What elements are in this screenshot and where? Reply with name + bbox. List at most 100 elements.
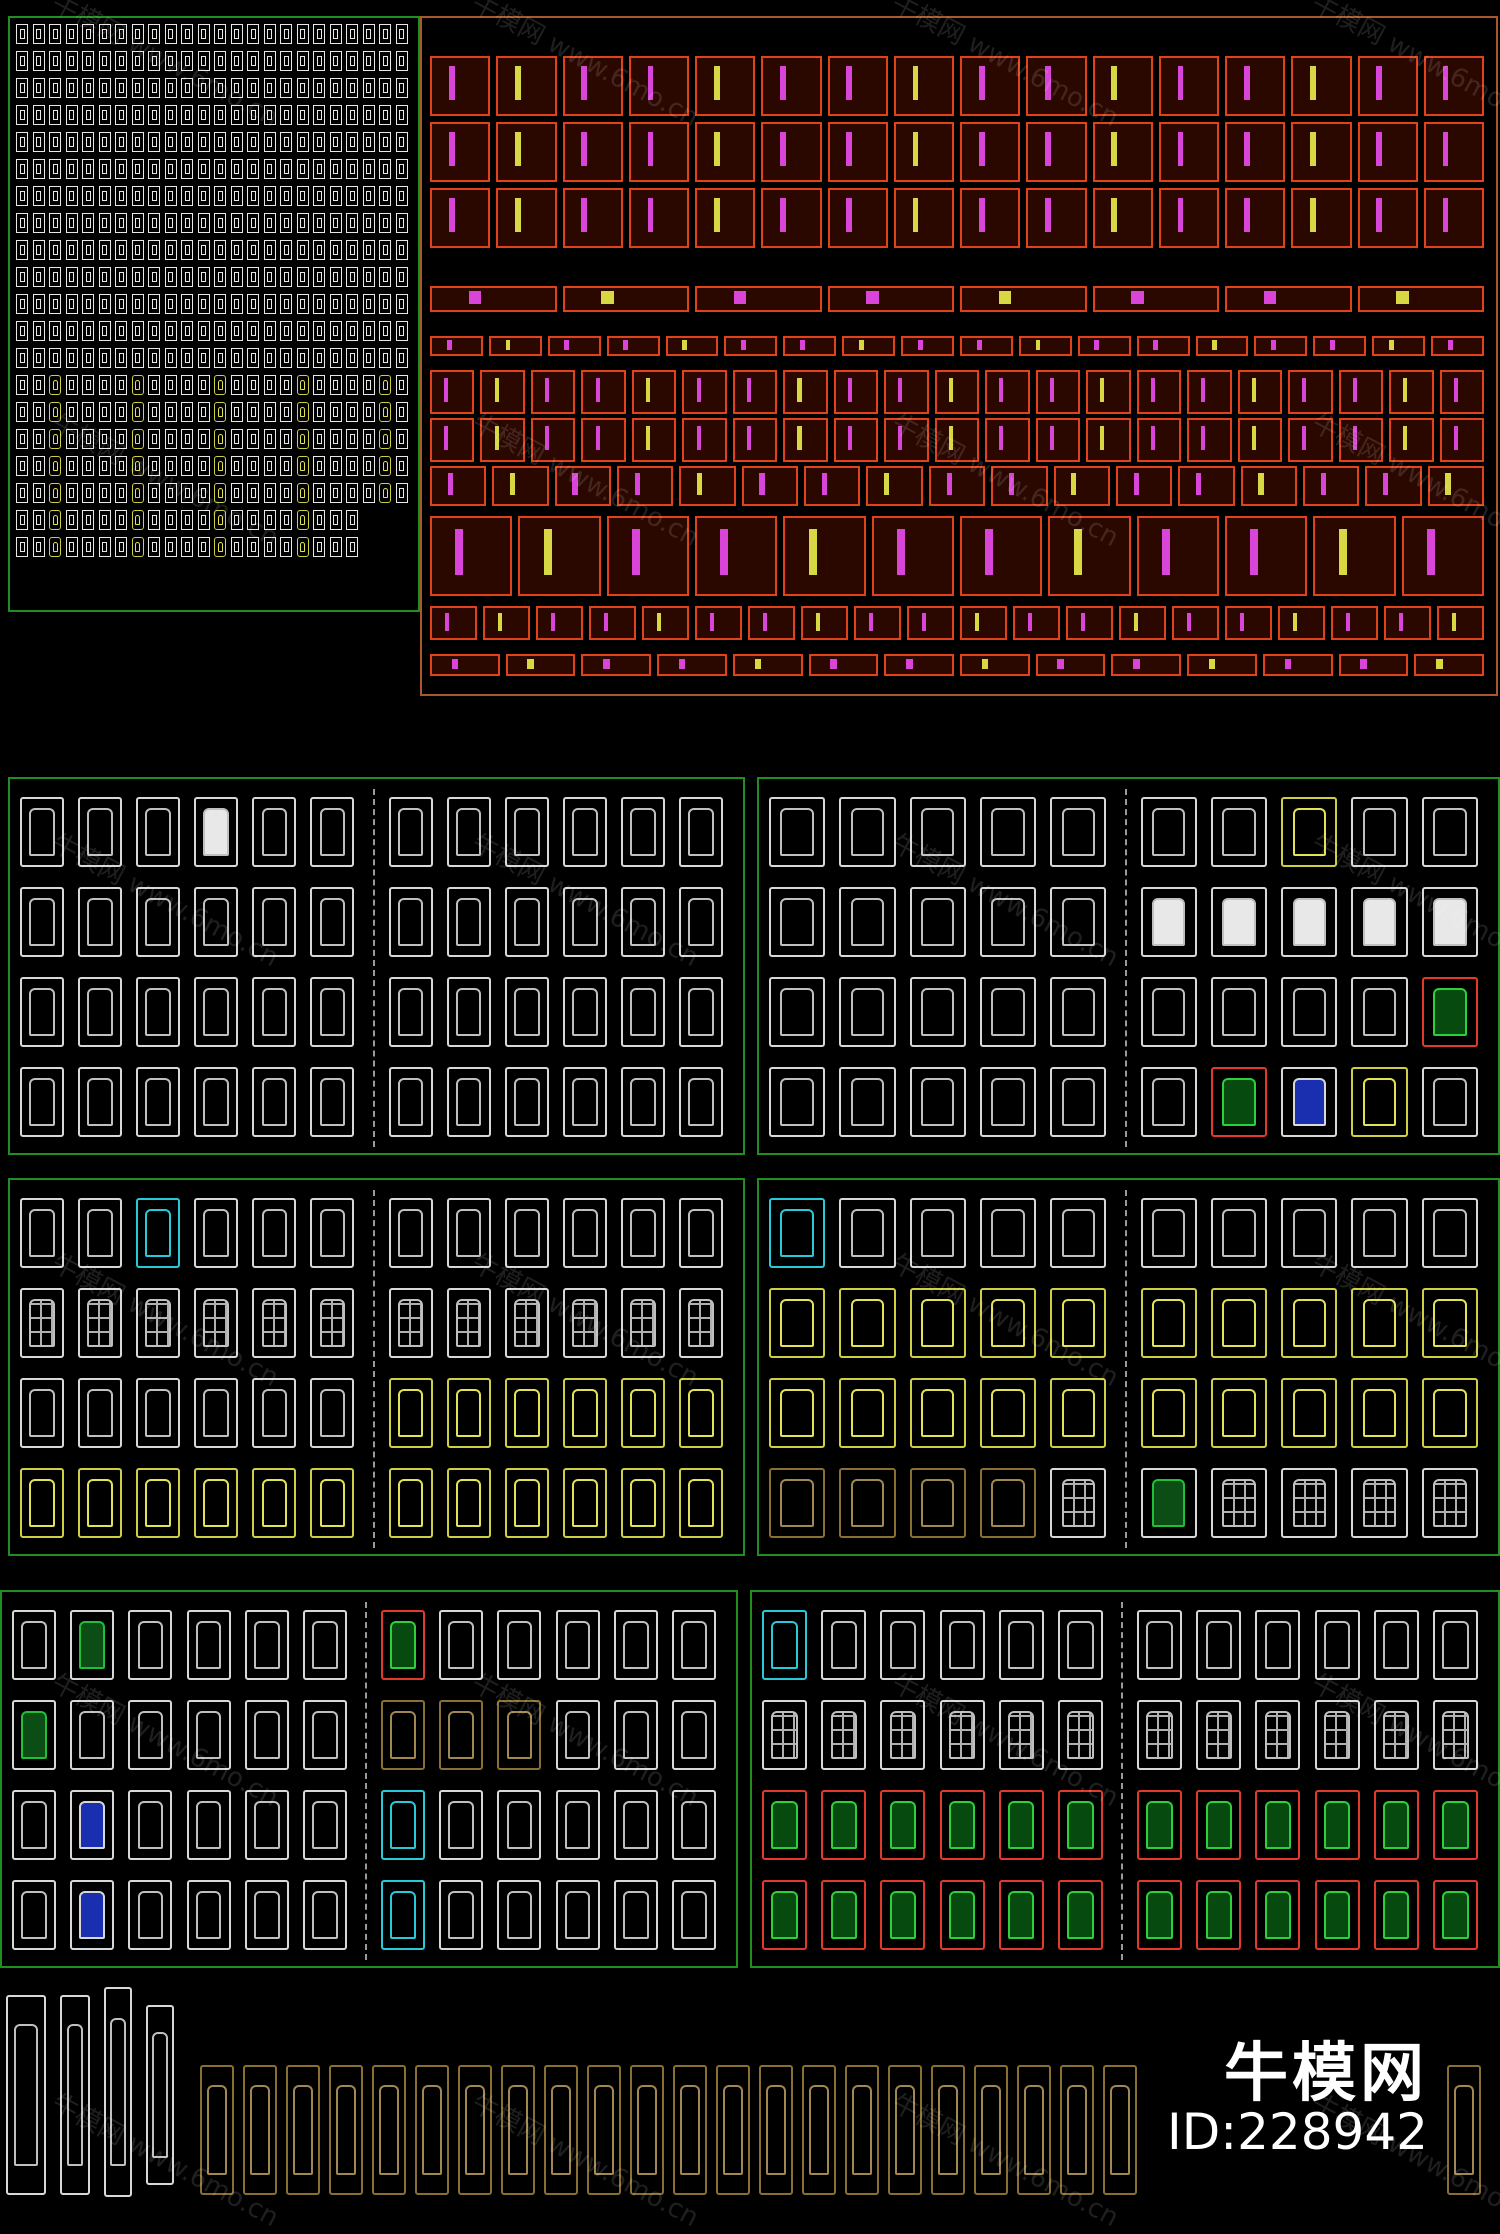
window-thumbnail: [362, 321, 375, 341]
door-thumbnail: [613, 1880, 658, 1950]
window-thumbnail: [230, 456, 243, 476]
door-thumbnail: [1210, 887, 1268, 957]
window-thumbnail: [313, 510, 325, 530]
window-thumbnail: [247, 294, 259, 314]
window-thumbnail: [181, 348, 193, 368]
door-thumbnail: [388, 977, 433, 1047]
cabinet-elevation: [1357, 122, 1418, 182]
window-thumbnail: [247, 240, 259, 260]
door-thumbnail: [20, 977, 65, 1047]
window-thumbnail: [329, 510, 342, 530]
cabinet-elevation: [1401, 516, 1484, 596]
door-thumbnail: [1432, 1610, 1478, 1680]
window-thumbnail: [131, 213, 144, 233]
door-thumbnail: [1137, 1700, 1183, 1770]
door-thumbnail: [310, 977, 355, 1047]
window-thumbnail: [313, 213, 325, 233]
window-thumbnail: [362, 132, 375, 152]
door-thumbnail: [1140, 1378, 1197, 1448]
door-thumbnail: [678, 977, 723, 1047]
cabinet-elevation: [1018, 336, 1072, 356]
cabinet-elevation: [1225, 56, 1286, 116]
window-thumbnail: [313, 375, 325, 395]
window-thumbnail: [230, 537, 243, 557]
window-thumbnail: [32, 429, 45, 449]
dashed-divider: [1124, 789, 1127, 1147]
cabinet-elevation: [1035, 370, 1081, 414]
window-thumbnail: [313, 186, 325, 206]
cabinet-elevation: [1291, 188, 1352, 248]
cabinet-elevation: [1414, 654, 1484, 676]
door-thumbnail: [1421, 1468, 1478, 1538]
door-thumbnail: [186, 1880, 231, 1950]
window-thumbnail: [115, 294, 127, 314]
window-thumbnail: [65, 132, 78, 152]
window-thumbnail: [98, 78, 111, 98]
door-thumbnail: [562, 1067, 607, 1137]
window-thumbnail: [263, 267, 276, 287]
door-thumbnail: [880, 1880, 926, 1950]
window-thumbnail: [98, 537, 111, 557]
cabinet-elevation: [827, 56, 888, 116]
window-thumbnail: [16, 510, 28, 530]
window-thumbnail: [115, 186, 127, 206]
door-thumbnail: [909, 887, 966, 957]
window-thumbnail: [329, 105, 342, 125]
window-thumbnail: [32, 78, 45, 98]
door-thumbnail: [979, 1067, 1037, 1137]
window-thumbnail: [181, 105, 193, 125]
window-thumbnail: [197, 159, 210, 179]
door-panel-sheet-1: [8, 777, 745, 1155]
door-thumbnail: [128, 1790, 173, 1860]
window-thumbnail: [362, 186, 375, 206]
window-thumbnail: [98, 51, 111, 71]
window-thumbnail: [313, 78, 325, 98]
window-thumbnail: [247, 402, 259, 422]
window-thumbnail: [148, 321, 160, 341]
door-thumbnail: [302, 1700, 347, 1770]
cabinet-elevation: [1291, 56, 1352, 116]
window-thumbnail: [16, 213, 28, 233]
window-thumbnail: [214, 429, 226, 449]
window-thumbnail: [148, 186, 160, 206]
window-thumbnail: [329, 456, 342, 476]
window-thumbnail: [49, 105, 61, 125]
door-thumbnail: [128, 1610, 173, 1680]
door-thumbnail: [1140, 887, 1197, 957]
door-thumbnail: [136, 1067, 181, 1137]
window-thumbnail: [313, 159, 325, 179]
window-thumbnail: [148, 213, 160, 233]
window-thumbnail: [49, 537, 61, 557]
window-thumbnail: [115, 537, 127, 557]
door-thumbnail: [555, 1790, 600, 1860]
window-thumbnail: [197, 429, 210, 449]
window-thumbnail: [148, 537, 160, 557]
dashed-divider: [372, 1190, 375, 1548]
door-thumbnail: [671, 1700, 716, 1770]
door-thumbnail: [821, 1880, 867, 1950]
window-thumbnail: [214, 267, 226, 287]
cabinet-elevation: [901, 336, 954, 356]
window-thumbnail: [197, 213, 210, 233]
cabinet-elevation: [1338, 654, 1409, 676]
cabinet-elevation: [1225, 122, 1286, 182]
cabinet-elevation: [562, 188, 623, 248]
door-thumbnail: [1050, 797, 1107, 867]
door-thumbnail: [244, 1610, 289, 1680]
window-thumbnail: [263, 375, 276, 395]
door-thumbnail: [1140, 1288, 1197, 1358]
window-thumbnail: [32, 375, 45, 395]
door-thumbnail: [839, 1067, 896, 1137]
window-thumbnail: [98, 321, 111, 341]
cabinet-elevation: [657, 654, 727, 676]
tall-door-thumbnail: [673, 2065, 707, 2195]
window-thumbnail: [164, 132, 177, 152]
window-thumbnail: [379, 159, 391, 179]
window-thumbnail: [65, 348, 78, 368]
window-thumbnail: [49, 51, 61, 71]
window-thumbnail: [329, 78, 342, 98]
door-thumbnail: [244, 1700, 289, 1770]
door-thumbnail: [769, 977, 826, 1047]
window-thumbnail: [131, 186, 144, 206]
window-thumbnail: [329, 240, 342, 260]
